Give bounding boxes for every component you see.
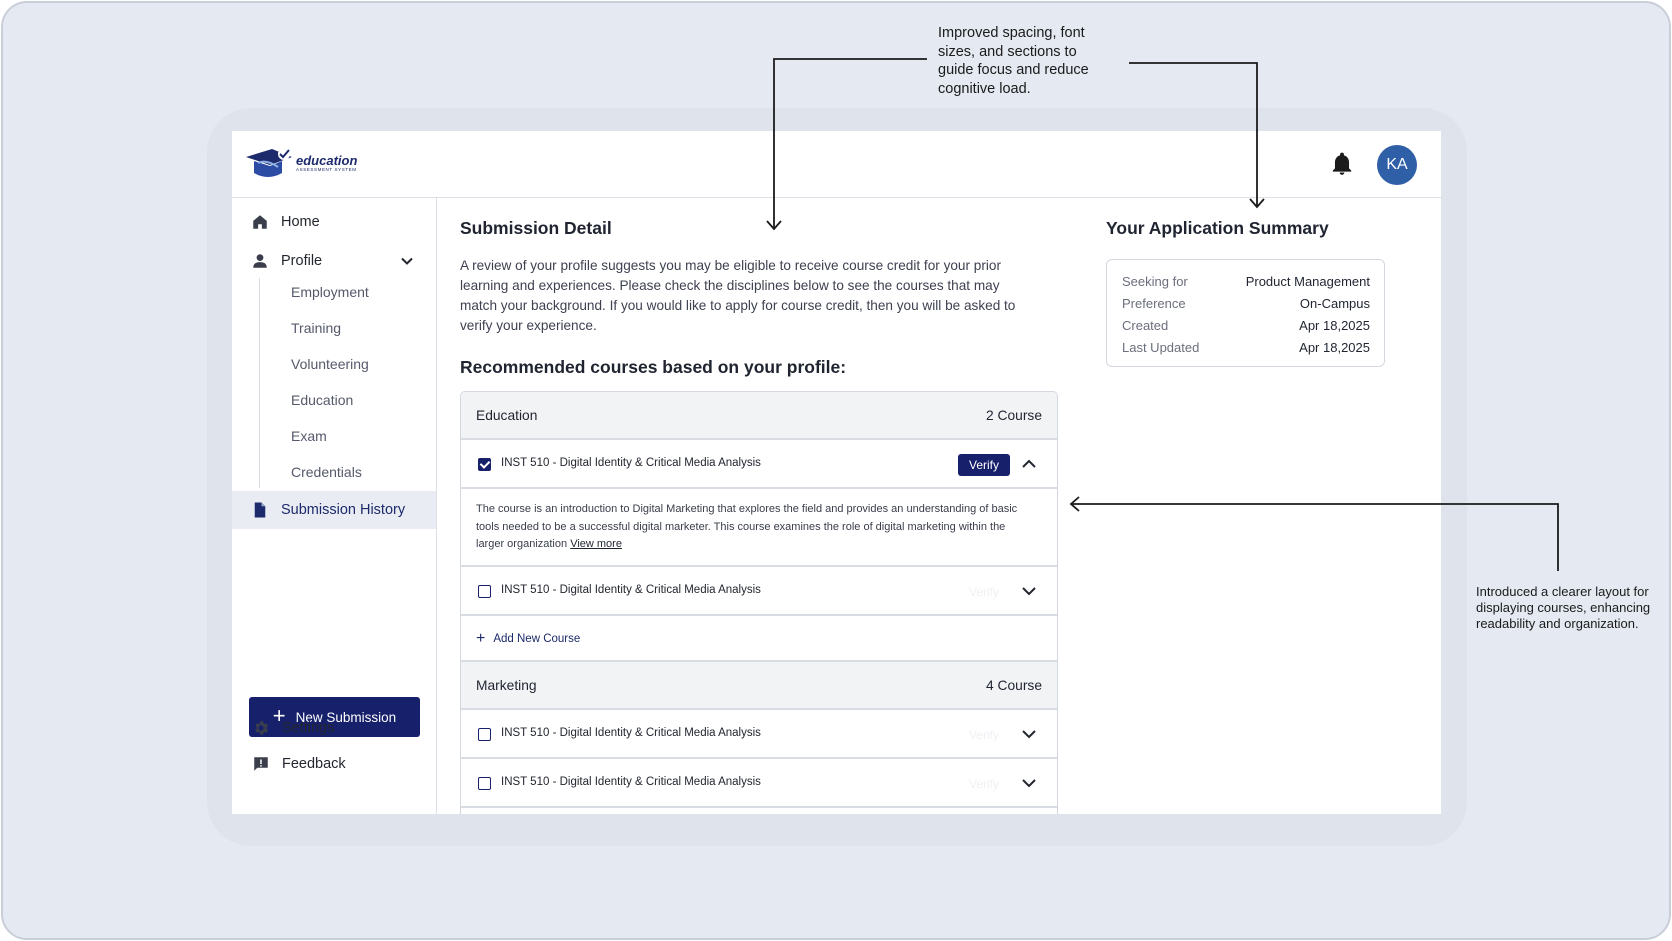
presentation-canvas: education ASSESSMENT SYSTEM KA Home Prof… (1, 1, 1671, 940)
annotation-arrows (766, 58, 1559, 571)
arrow-to-courses (1069, 496, 1559, 571)
arrow-to-submission-detail (766, 58, 927, 231)
arrow-to-summary (1129, 62, 1265, 209)
